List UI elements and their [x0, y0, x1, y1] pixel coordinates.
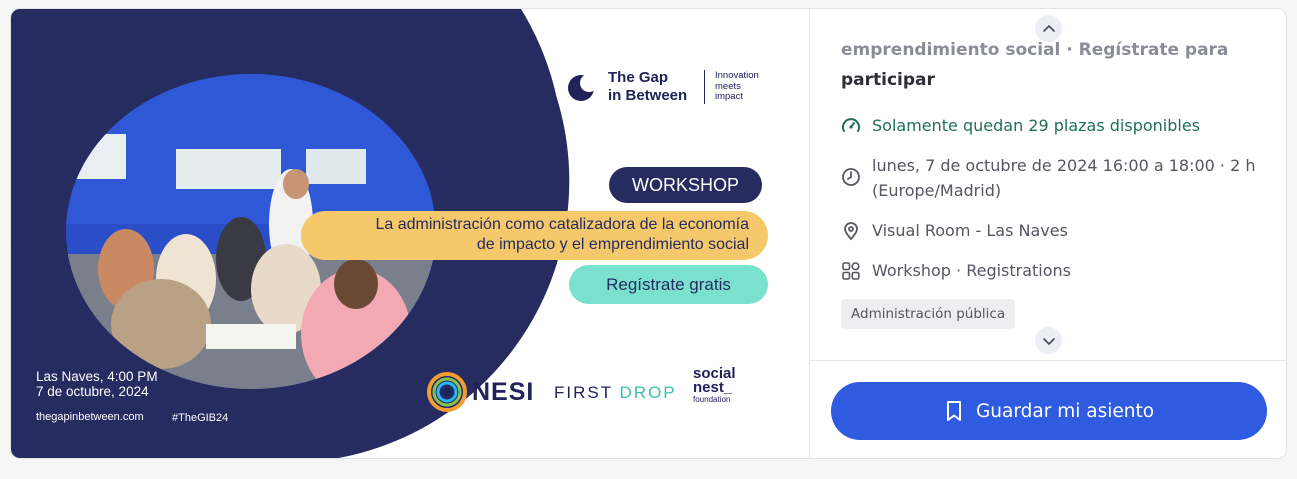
event-title-pill: La administración como catalizadora de l… — [301, 211, 768, 260]
availability-row: Solamente quedan 29 plazas disponibles — [841, 113, 1200, 138]
website-text: thegapinbetween.com — [36, 411, 144, 423]
social-nest-logo: social nest_ foundation — [693, 365, 736, 404]
save-seat-button[interactable]: Guardar mi asiento — [831, 382, 1267, 440]
bookmark-icon — [946, 401, 961, 421]
location-row: Visual Room - Las Naves — [841, 218, 1068, 243]
datetime-text: lunes, 7 de octubre de 2024 16:00 a 18:0… — [872, 156, 1256, 200]
clock-icon — [842, 168, 860, 186]
gauge-icon — [842, 118, 860, 132]
event-banner[interactable]: The Gap in Between Innovation meets impa… — [11, 9, 809, 458]
gap-logo: The Gap in Between Innovation meets impa… — [567, 69, 775, 105]
grid-icon — [842, 262, 860, 280]
scroll-down-button[interactable] — [1035, 327, 1062, 354]
save-seat-label: Guardar mi asiento — [975, 400, 1155, 422]
tag-chip[interactable]: Administración pública — [841, 299, 1016, 329]
register-free-pill: Regístrate gratis — [569, 265, 768, 304]
logo-divider — [704, 70, 705, 104]
brand-tagline: Innovation meets impact — [715, 70, 759, 103]
event-card: The Gap in Between Innovation meets impa… — [10, 8, 1287, 459]
nesi-ring-icon — [427, 372, 467, 412]
event-info-panel: emprendimiento social · Regístrate para … — [809, 9, 1286, 458]
workshop-badge: WORKSHOP — [609, 167, 762, 203]
chevron-down-icon — [1042, 337, 1055, 345]
chevron-up-icon — [1042, 24, 1055, 32]
action-footer: Guardar mi asiento — [810, 360, 1286, 458]
availability-text: Solamente quedan 29 plazas disponibles — [872, 116, 1201, 135]
location-pin-icon — [844, 222, 858, 241]
first-drop-logo: FIRST DROP — [554, 383, 677, 402]
venue-date: Las Naves, 4:00 PM 7 de octubre, 2024 — [36, 369, 158, 399]
hashtag-text: #TheGIB24 — [172, 412, 229, 424]
category-text: Workshop · Registrations — [872, 261, 1072, 280]
nesi-logo: NESI — [427, 372, 534, 412]
gap-logo-icon — [568, 74, 598, 101]
datetime-row: lunes, 7 de octubre de 2024 16:00 a 18:0… — [841, 153, 1271, 203]
category-row: Workshop · Registrations — [841, 258, 1071, 283]
brand-name: The Gap in Between — [608, 69, 688, 104]
location-text: Visual Room - Las Naves — [872, 221, 1068, 240]
event-heading: emprendimiento social · Regístrate para … — [841, 40, 1229, 90]
info-scroll-area[interactable]: emprendimiento social · Regístrate para … — [810, 9, 1286, 360]
scroll-up-button[interactable] — [1035, 15, 1062, 42]
